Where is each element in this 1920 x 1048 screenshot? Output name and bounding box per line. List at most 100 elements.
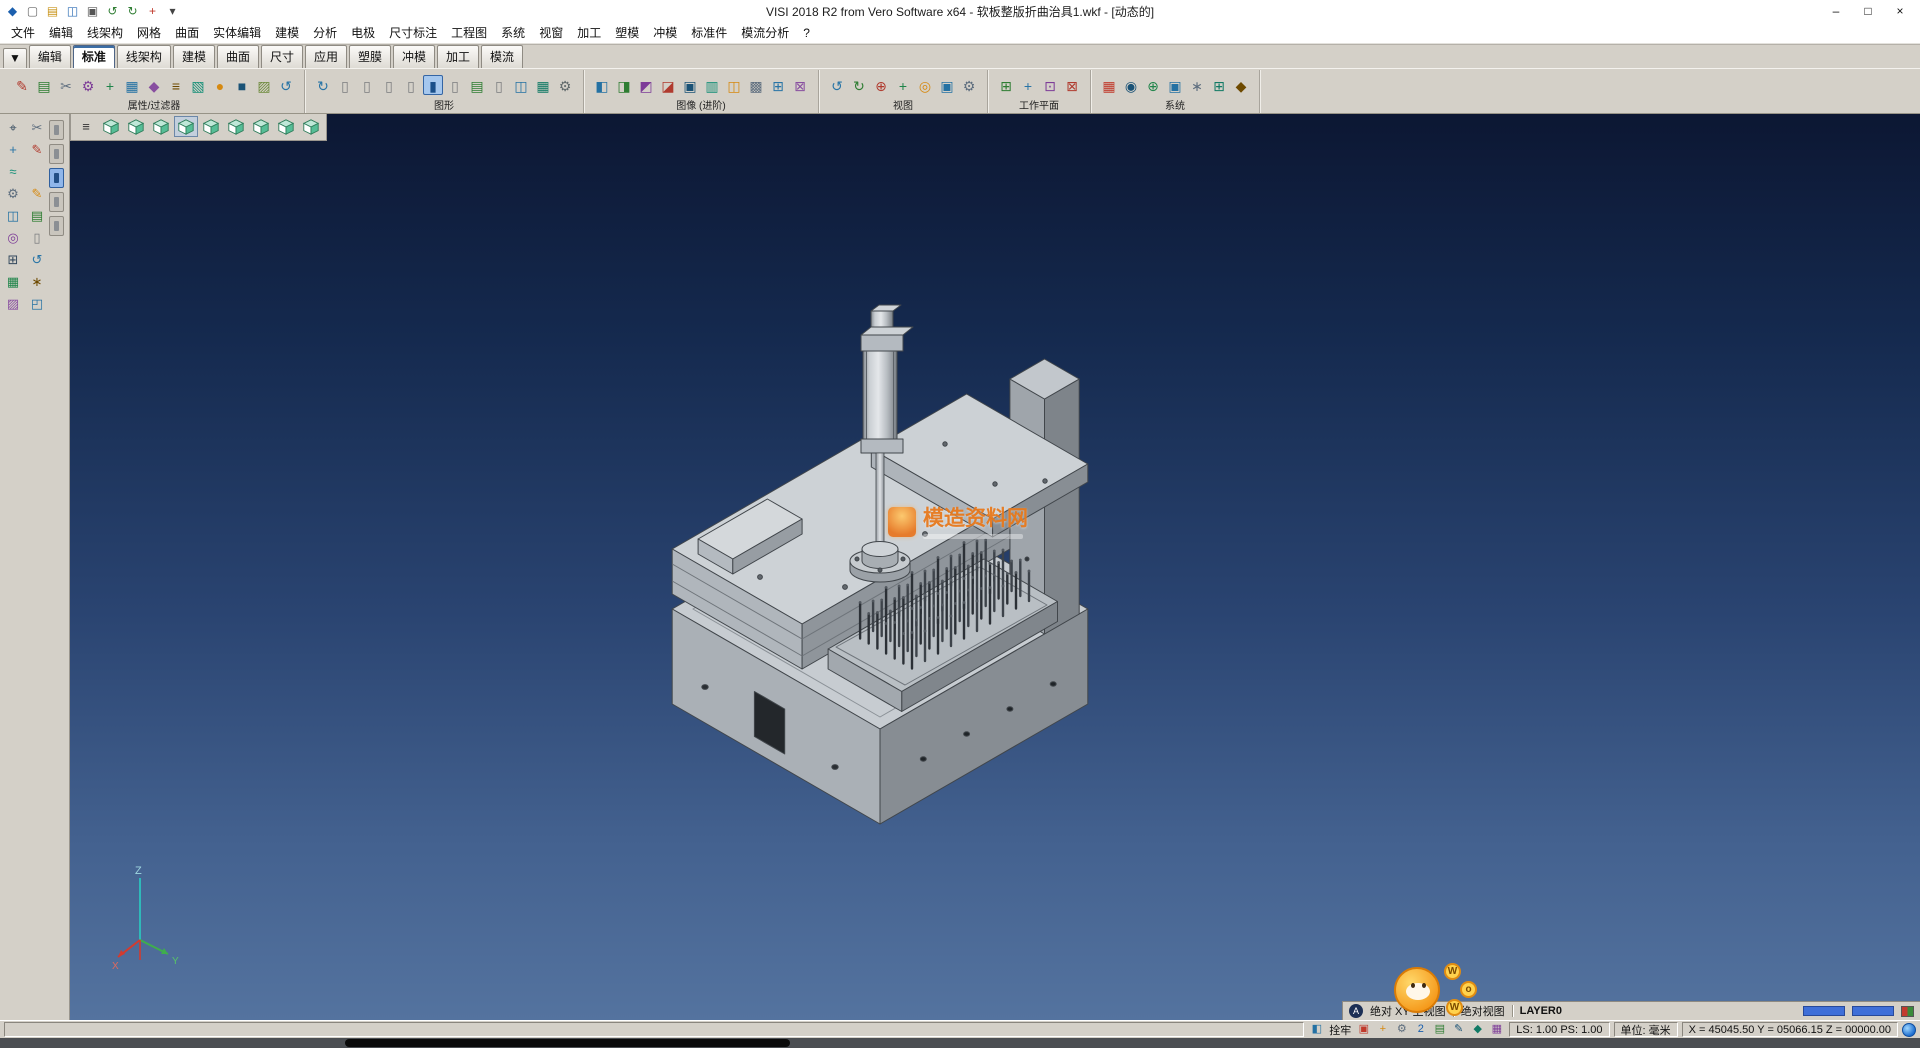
- globe-icon[interactable]: [1902, 1023, 1916, 1037]
- menu-item-9[interactable]: 尺寸标注: [382, 22, 444, 43]
- toolbar-icon-3-1[interactable]: ↻: [849, 75, 869, 95]
- tab-9[interactable]: 加工: [437, 45, 479, 68]
- tab-4[interactable]: 曲面: [217, 45, 259, 68]
- viewport-3d[interactable]: ≡: [70, 114, 1920, 1020]
- toolbar-icon-3-5[interactable]: ▣: [937, 75, 957, 95]
- redo-icon[interactable]: ↻: [124, 3, 141, 20]
- toolbar-icon-1-5[interactable]: ▮: [423, 75, 443, 95]
- viewcube-button-4[interactable]: [199, 116, 223, 137]
- toolbar-icon-5-2[interactable]: ⊕: [1143, 75, 1163, 95]
- menu-item-7[interactable]: 分析: [306, 22, 344, 43]
- ministrip-button-4[interactable]: [49, 216, 64, 236]
- toolbar-icon-1-1[interactable]: ▯: [335, 75, 355, 95]
- sidebar-icon-14[interactable]: ▦: [2, 272, 24, 292]
- viewcube-button-2[interactable]: [149, 116, 173, 137]
- toolbar-icon-0-9[interactable]: ●: [210, 75, 230, 95]
- view-menu-button[interactable]: ≡: [74, 116, 98, 137]
- toolbar-icon-0-6[interactable]: ◆: [144, 75, 164, 95]
- toolbar-icon-4-1[interactable]: +: [1018, 75, 1038, 95]
- toolbar-icon-5-6[interactable]: ◆: [1231, 75, 1251, 95]
- minimize-button[interactable]: –: [1820, 1, 1852, 21]
- toolbar-icon-1-11[interactable]: ⚙: [555, 75, 575, 95]
- viewcube-button-6[interactable]: [249, 116, 273, 137]
- add-icon[interactable]: +: [144, 3, 161, 20]
- toolbar-icon-1-0[interactable]: ↻: [313, 75, 333, 95]
- toolbar-icon-2-3[interactable]: ◪: [658, 75, 678, 95]
- sidebar-icon-8[interactable]: ◫: [2, 206, 24, 226]
- toolbar-icon-0-3[interactable]: ⚙: [78, 75, 98, 95]
- tab-0[interactable]: 编辑: [29, 45, 71, 68]
- toolbar-icon-2-8[interactable]: ⊞: [768, 75, 788, 95]
- toolbar-icon-3-2[interactable]: ⊕: [871, 75, 891, 95]
- toolbar-icon-4-2[interactable]: ⊡: [1040, 75, 1060, 95]
- open-file-icon[interactable]: ▤: [44, 3, 61, 20]
- toolbar-icon-1-10[interactable]: ▦: [533, 75, 553, 95]
- viewcube-button-5[interactable]: [224, 116, 248, 137]
- app-icon[interactable]: ◆: [4, 3, 21, 20]
- toolbar-icon-5-1[interactable]: ◉: [1121, 75, 1141, 95]
- tab-8[interactable]: 冲模: [393, 45, 435, 68]
- toolbar-icon-0-8[interactable]: ▧: [188, 75, 208, 95]
- sidebar-icon-16[interactable]: ▨: [2, 294, 24, 314]
- toolbar-icon-3-3[interactable]: +: [893, 75, 913, 95]
- toolbar-icon-2-7[interactable]: ▩: [746, 75, 766, 95]
- save-icon[interactable]: ◫: [64, 3, 81, 20]
- quickaccess-more-icon[interactable]: ▾: [164, 3, 181, 20]
- toolbar-icon-3-0[interactable]: ↺: [827, 75, 847, 95]
- toolbar-icon-1-7[interactable]: ▤: [467, 75, 487, 95]
- status-icon-0[interactable]: ▣: [1355, 1022, 1372, 1037]
- tab-10[interactable]: 模流: [481, 45, 523, 68]
- tab-2[interactable]: 线架构: [117, 45, 171, 68]
- toolbar-icon-1-8[interactable]: ▯: [489, 75, 509, 95]
- workplane-cube-icon[interactable]: ◧: [1308, 1022, 1325, 1037]
- annotation-badge[interactable]: A: [1349, 1004, 1363, 1018]
- toolbar-icon-2-2[interactable]: ◩: [636, 75, 656, 95]
- sidebar-icon-11[interactable]: ▯: [26, 228, 48, 248]
- menu-item-5[interactable]: 实体编辑: [206, 22, 268, 43]
- viewcube-button-7[interactable]: [274, 116, 298, 137]
- toolbar-icon-2-4[interactable]: ▣: [680, 75, 700, 95]
- sidebar-icon-12[interactable]: ⊞: [2, 250, 24, 270]
- toolbar-icon-1-9[interactable]: ◫: [511, 75, 531, 95]
- menu-item-8[interactable]: 电极: [344, 22, 382, 43]
- sidebar-icon-13[interactable]: ↺: [26, 250, 48, 270]
- menu-item-10[interactable]: 工程图: [444, 22, 494, 43]
- sidebar-icon-9[interactable]: ▤: [26, 206, 48, 226]
- sidebar-icon-3[interactable]: ✎: [26, 140, 48, 160]
- tab-list-dropdown[interactable]: ▼: [3, 48, 27, 68]
- toolbar-icon-0-7[interactable]: ≡: [166, 75, 186, 95]
- menu-item-14[interactable]: 塑模: [608, 22, 646, 43]
- status-icon-7[interactable]: ▦: [1488, 1022, 1505, 1037]
- toolbar-icon-1-2[interactable]: ▯: [357, 75, 377, 95]
- sidebar-icon-6[interactable]: ⚙: [2, 184, 24, 204]
- sidebar-icon-10[interactable]: ◎: [2, 228, 24, 248]
- lock-toggle[interactable]: 拴牢: [1329, 1022, 1351, 1038]
- print-icon[interactable]: ▣: [84, 3, 101, 20]
- toolbar-icon-5-3[interactable]: ▣: [1165, 75, 1185, 95]
- viewcube-button-3[interactable]: [174, 116, 198, 137]
- tab-3[interactable]: 建模: [173, 45, 215, 68]
- menu-item-17[interactable]: 模流分析: [734, 22, 796, 43]
- toolbar-icon-4-3[interactable]: ⊠: [1062, 75, 1082, 95]
- new-file-icon[interactable]: ▢: [24, 3, 41, 20]
- toolbar-icon-2-5[interactable]: ▥: [702, 75, 722, 95]
- sidebar-icon-7[interactable]: ✎: [26, 184, 48, 204]
- undo-icon[interactable]: ↺: [104, 3, 121, 20]
- menu-item-2[interactable]: 线架构: [80, 22, 130, 43]
- toolbar-icon-0-5[interactable]: ▦: [122, 75, 142, 95]
- menu-item-1[interactable]: 编辑: [42, 22, 80, 43]
- toolbar-icon-0-2[interactable]: ✂: [56, 75, 76, 95]
- ministrip-button-0[interactable]: [49, 120, 64, 140]
- tab-5[interactable]: 尺寸: [261, 45, 303, 68]
- sidebar-icon-17[interactable]: ◰: [26, 294, 48, 314]
- menu-item-15[interactable]: 冲模: [646, 22, 684, 43]
- toolbar-icon-5-4[interactable]: ∗: [1187, 75, 1207, 95]
- toolbar-icon-0-10[interactable]: ■: [232, 75, 252, 95]
- ministrip-button-2[interactable]: [49, 168, 64, 188]
- maximize-button[interactable]: □: [1852, 1, 1884, 21]
- toolbar-icon-2-0[interactable]: ◧: [592, 75, 612, 95]
- toolbar-icon-2-1[interactable]: ◨: [614, 75, 634, 95]
- toolbar-icon-0-11[interactable]: ▨: [254, 75, 274, 95]
- toolbar-icon-0-1[interactable]: ▤: [34, 75, 54, 95]
- menu-item-13[interactable]: 加工: [570, 22, 608, 43]
